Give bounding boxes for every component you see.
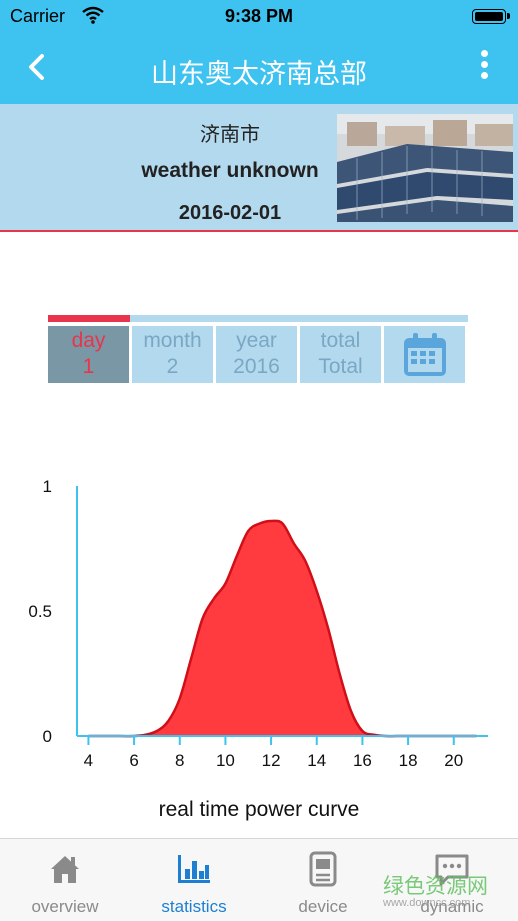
- tab-day[interactable]: day 1: [48, 326, 129, 383]
- city-label: 济南市: [200, 124, 260, 146]
- tab-indicator-bar: [48, 315, 468, 322]
- more-options-icon[interactable]: [478, 50, 490, 84]
- footer-label-device: device: [298, 897, 348, 916]
- tab-year-label: year: [236, 329, 277, 352]
- x-tick-label: 16: [353, 751, 372, 770]
- y-tick-label: 0: [43, 727, 52, 746]
- tab-total-value: Total: [318, 355, 363, 378]
- active-tab-indicator: [48, 315, 130, 322]
- x-tick-label: 18: [399, 751, 418, 770]
- tab-day-label: day: [71, 329, 106, 352]
- tab-month[interactable]: month 2: [132, 326, 213, 383]
- footer-label-statistics: statistics: [161, 897, 227, 916]
- device-icon: [309, 851, 337, 887]
- footer-tab-statistics[interactable]: statistics: [144, 847, 244, 917]
- solar-plant-photo: [337, 114, 513, 222]
- x-tick-label: 20: [444, 751, 463, 770]
- battery-icon: [472, 9, 510, 24]
- watermark: 绿色资源网 www.downcc.com: [383, 870, 513, 909]
- x-tick-label: 10: [216, 751, 235, 770]
- bar-chart-icon: [178, 855, 210, 883]
- navigation-bar: 山东奥太济南总部: [0, 34, 518, 104]
- period-tabs: day 1 month 2 year 2016 total Total: [48, 315, 468, 385]
- x-tick-label: 12: [262, 751, 281, 770]
- power-curve-chart: 4 6 8 10 12 14 16 18 20 0 0.5 1: [28, 477, 488, 770]
- x-tick-label: 14: [307, 751, 326, 770]
- y-tick-label: 1: [43, 477, 52, 496]
- footer-label-overview: overview: [31, 897, 99, 916]
- page-title: 山东奥太济南总部: [151, 59, 367, 89]
- x-tick-label: 4: [84, 751, 93, 770]
- home-icon: [51, 856, 79, 883]
- weather-condition: weather unknown: [141, 159, 319, 182]
- tab-month-value: 2: [166, 355, 179, 378]
- watermark-url: www.downcc.com: [383, 897, 471, 909]
- x-tick-label: 8: [175, 751, 184, 770]
- power-area: [88, 520, 477, 737]
- calendar-button[interactable]: [384, 326, 465, 383]
- y-tick-label: 0.5: [28, 602, 52, 621]
- tab-day-value: 1: [82, 355, 95, 378]
- weather-panel: 济南市 weather unknown 2016-02-01: [0, 104, 518, 232]
- tab-total-label: total: [320, 329, 361, 352]
- footer-tab-device[interactable]: device: [273, 847, 373, 917]
- calendar-icon: [403, 332, 446, 376]
- x-tick-label: 6: [129, 751, 138, 770]
- footer-tab-overview[interactable]: overview: [15, 847, 115, 917]
- tab-total[interactable]: total Total: [300, 326, 381, 383]
- clock: 9:38 PM: [224, 6, 294, 26]
- tab-month-label: month: [143, 329, 202, 352]
- watermark-text: 绿色资源网: [383, 875, 488, 898]
- chart-title: real time power curve: [158, 798, 360, 821]
- tab-year[interactable]: year 2016: [216, 326, 297, 383]
- tab-year-value: 2016: [233, 355, 280, 378]
- status-bar: Carrier 9:38 PM: [0, 0, 518, 34]
- weather-date: 2016-02-01: [178, 202, 282, 224]
